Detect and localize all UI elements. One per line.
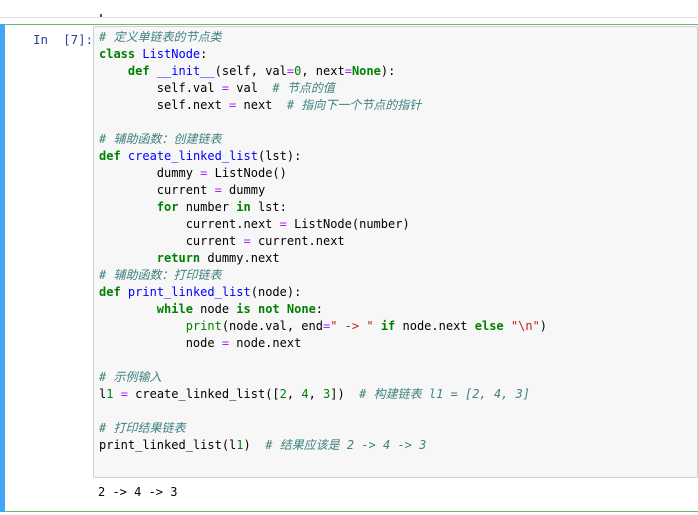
code-line: current = current.next <box>99 234 345 248</box>
code-line: def print_linked_list(node): <box>99 285 302 299</box>
code-line: class ListNode: <box>99 47 208 61</box>
code-line: # 打印结果链表 <box>99 421 186 435</box>
previous-output-fragment <box>100 14 102 17</box>
code-editor[interactable]: # 定义单链表的节点类 class ListNode: def __init__… <box>99 29 547 454</box>
code-line: dummy = ListNode() <box>99 166 287 180</box>
code-line: l1 = create_linked_list([2, 4, 3]) # 构建链… <box>99 387 530 401</box>
code-line: node = node.next <box>99 336 302 350</box>
code-line: current = dummy <box>99 183 266 197</box>
code-line: # 辅助函数：打印链表 <box>99 268 222 282</box>
code-line: def __init__(self, val=0, next=None): <box>127 64 396 78</box>
code-line: self.next = next # 指向下一个节点的指针 <box>99 98 422 112</box>
code-line: # 示例输入 <box>99 370 162 384</box>
cell-output: 2 -> 4 -> 3 <box>98 485 178 499</box>
code-line: current.next = ListNode(number) <box>99 217 410 231</box>
code-line: while node is not None: <box>156 302 324 316</box>
input-prompt: In [7]: <box>33 32 94 47</box>
code-line: self.val = val # 节点的值 <box>99 81 335 95</box>
code-line: print_linked_list(l1) # 结果应该是 2 -> 4 -> … <box>99 438 427 452</box>
code-line: return dummy.next <box>156 251 280 265</box>
code-line: for number in lst: <box>156 200 287 214</box>
code-line: # 辅助函数：创建链表 <box>99 132 222 146</box>
code-input-area[interactable]: # 定义单链表的节点类 class ListNode: def __init__… <box>93 26 698 478</box>
code-cell[interactable]: In [7]: # 定义单链表的节点类 class ListNode: def … <box>0 24 698 512</box>
code-line: print(node.val, end=" -> " if node.next … <box>185 319 548 333</box>
code-line: def create_linked_list(lst): <box>99 149 302 163</box>
code-line: # 定义单链表的节点类 <box>99 30 222 44</box>
previous-cell-divider <box>0 17 698 18</box>
